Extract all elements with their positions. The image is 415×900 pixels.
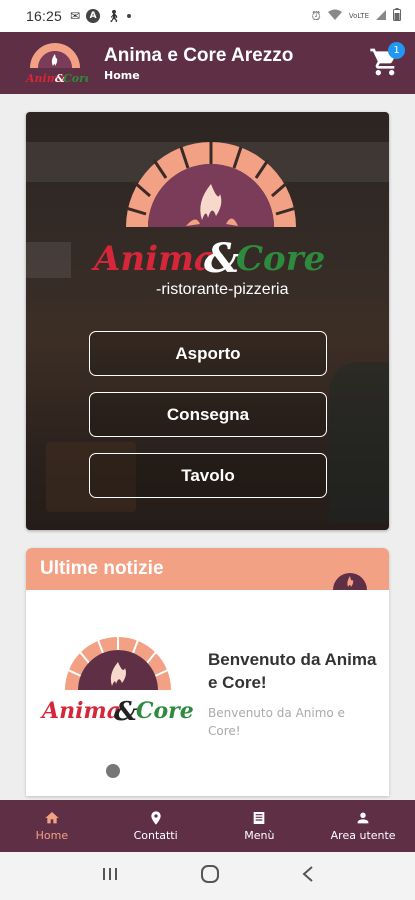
news-card: Ultime notizie Anima & Core Benvenuto da… <box>26 548 389 796</box>
tab-area-utente[interactable]: Area utente <box>311 800 415 852</box>
tab-home-label: Home <box>35 829 69 842</box>
tab-area-utente-label: Area utente <box>330 829 396 842</box>
walking-icon: 🚶︎ <box>106 9 122 23</box>
network-label: VoLTE <box>348 12 369 20</box>
recent-apps-icon[interactable] <box>101 866 119 886</box>
app-title: Anima e Core Arezzo <box>104 44 294 66</box>
news-header-title: Ultime notizie <box>40 558 164 579</box>
logo-word-core: Core <box>236 239 325 279</box>
news-header-logo <box>333 573 367 590</box>
status-time: 16:25 <box>26 8 63 24</box>
more-dot-icon <box>127 14 132 18</box>
accessibility-a-icon: A <box>86 9 101 23</box>
consegna-button[interactable]: Consegna <box>89 392 327 437</box>
tab-menu-label: Menù <box>244 829 275 842</box>
svg-text:Core: Core <box>63 72 88 85</box>
alarm-icon: ⏰︎ <box>311 8 321 23</box>
app-bar-titles: Anima e Core Arezzo Home <box>104 45 293 82</box>
tab-contatti[interactable]: Contatti <box>104 800 208 852</box>
app-bar: Anima & Core Anima e Core Arezzo Home 1 <box>0 32 415 94</box>
news-item-description: Benvenuto da Animo e Core! <box>208 706 345 738</box>
news-header: Ultime notizie <box>26 548 389 590</box>
system-navigation-bar <box>0 852 415 900</box>
logo-subtitle: -ristorante-pizzeria <box>156 281 289 298</box>
carousel-indicator-dot[interactable] <box>106 764 120 778</box>
tab-menu[interactable]: Menù <box>208 800 312 852</box>
cart-count-badge: 1 <box>388 42 405 59</box>
location-pin-icon <box>150 811 161 825</box>
news-item-title: Benvenuto da Anima e Core! <box>208 650 377 692</box>
asporto-button[interactable]: Asporto <box>89 331 327 376</box>
restaurant-logo: Anima & Core -ristorante-pizzeria <box>91 142 325 298</box>
tavolo-button[interactable]: Tavolo <box>89 453 327 498</box>
battery-icon <box>393 8 401 24</box>
hero-card: Anima & Core -ristorante-pizzeria Asport… <box>26 112 389 530</box>
tab-contatti-label: Contatti <box>133 829 178 842</box>
tab-home[interactable]: Home <box>0 800 104 852</box>
back-chevron-icon[interactable] <box>301 865 315 887</box>
wifi-icon <box>327 9 343 24</box>
email-icon: ✉ <box>70 9 81 23</box>
status-bar: 16:25 ✉ A 🚶︎ ⏰︎ VoLTE <box>0 0 415 32</box>
menu-book-icon <box>254 812 265 824</box>
status-system-icons: ⏰︎ VoLTE <box>311 8 401 24</box>
breadcrumb: Home <box>104 68 140 82</box>
news-logo-word-anima: Anima <box>40 698 121 724</box>
news-logo-ampersand: & <box>114 697 138 727</box>
news-logo-word-core: Core <box>136 698 194 724</box>
status-notification-icons: ✉ A 🚶︎ <box>70 9 132 23</box>
home-icon <box>45 812 59 824</box>
news-item-logo: Anima & Core <box>40 636 194 727</box>
logo-ampersand: & <box>204 235 240 282</box>
bottom-navigation: Home Contatti Menù Area utente <box>0 800 415 852</box>
cart-button[interactable]: 1 <box>369 42 405 78</box>
user-icon <box>357 812 369 824</box>
logo-word-anima: Anima <box>91 239 216 279</box>
home-circle-icon[interactable] <box>200 864 220 888</box>
brand-logo: Anima & Core <box>25 43 88 85</box>
signal-icon <box>375 9 387 24</box>
